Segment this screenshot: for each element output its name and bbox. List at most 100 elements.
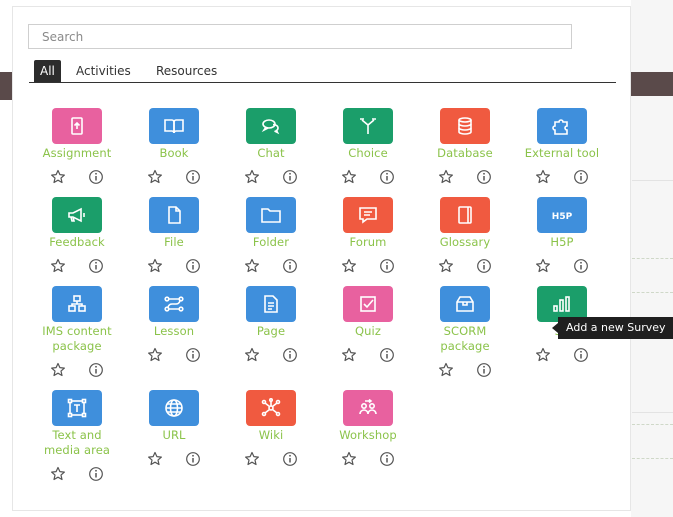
module-name[interactable]: Chat [223,146,319,161]
scorm-icon[interactable] [440,286,490,322]
module-text-and-media-area[interactable]: Text and media area [29,390,125,484]
module-chat[interactable]: Chat [223,108,319,187]
puzzle-icon[interactable] [537,108,587,144]
page-icon[interactable] [246,286,296,322]
info-icon[interactable] [476,362,492,378]
module-workshop[interactable]: Workshop [320,390,416,469]
star-icon[interactable] [50,466,66,482]
info-icon[interactable] [476,258,492,274]
megaphone-icon[interactable] [52,197,102,233]
assignment-icon[interactable] [52,108,102,144]
info-icon[interactable] [573,169,589,185]
module-feedback[interactable]: Feedback [29,197,125,276]
star-icon[interactable] [535,258,551,274]
glossary-icon[interactable] [440,197,490,233]
module-glossary[interactable]: Glossary [417,197,513,276]
module-name[interactable]: Lesson [126,324,222,339]
module-name[interactable]: Page [223,324,319,339]
module-assignment[interactable]: Assignment [29,108,125,187]
info-icon[interactable] [379,169,395,185]
module-name[interactable]: File [126,235,222,250]
star-icon[interactable] [244,258,260,274]
star-icon[interactable] [147,451,163,467]
info-icon[interactable] [185,169,201,185]
module-scorm-package[interactable]: SCORM package [417,286,513,380]
module-forum[interactable]: Forum [320,197,416,276]
info-icon[interactable] [379,347,395,363]
star-icon[interactable] [50,362,66,378]
module-name[interactable]: Text and media area [29,428,125,458]
module-choice[interactable]: Choice [320,108,416,187]
module-name[interactable]: Quiz [320,324,416,339]
star-icon[interactable] [147,347,163,363]
star-icon[interactable] [50,169,66,185]
star-icon[interactable] [147,169,163,185]
star-icon[interactable] [244,347,260,363]
module-name[interactable]: Forum [320,235,416,250]
star-icon[interactable] [438,169,454,185]
workshop-icon[interactable] [343,390,393,426]
tab-all[interactable]: All [34,60,61,82]
info-icon[interactable] [379,451,395,467]
module-name[interactable]: Glossary [417,235,513,250]
module-quiz[interactable]: Quiz [320,286,416,365]
info-icon[interactable] [88,466,104,482]
star-icon[interactable] [50,258,66,274]
chat-icon[interactable] [246,108,296,144]
info-icon[interactable] [185,258,201,274]
h5p-icon[interactable]: H5P [537,197,587,233]
star-icon[interactable] [341,258,357,274]
module-page[interactable]: Page [223,286,319,365]
forum-icon[interactable] [343,197,393,233]
folder-icon[interactable] [246,197,296,233]
wiki-icon[interactable] [246,390,296,426]
lesson-icon[interactable] [149,286,199,322]
info-icon[interactable] [185,451,201,467]
star-icon[interactable] [244,169,260,185]
module-book[interactable]: Book [126,108,222,187]
module-name[interactable]: IMS content package [29,324,125,354]
info-icon[interactable] [573,258,589,274]
star-icon[interactable] [438,258,454,274]
star-icon[interactable] [341,451,357,467]
star-icon[interactable] [244,451,260,467]
info-icon[interactable] [282,347,298,363]
choice-icon[interactable] [343,108,393,144]
info-icon[interactable] [476,169,492,185]
star-icon[interactable] [438,362,454,378]
module-name[interactable]: Database [417,146,513,161]
module-name[interactable]: SCORM package [417,324,513,354]
info-icon[interactable] [185,347,201,363]
module-folder[interactable]: Folder [223,197,319,276]
info-icon[interactable] [282,451,298,467]
quiz-icon[interactable] [343,286,393,322]
module-name[interactable]: H5P [514,235,610,250]
module-name[interactable]: Book [126,146,222,161]
module-url[interactable]: URL [126,390,222,469]
star-icon[interactable] [341,347,357,363]
module-ims-content-package[interactable]: IMS content package [29,286,125,380]
database-icon[interactable] [440,108,490,144]
file-icon[interactable] [149,197,199,233]
info-icon[interactable] [88,258,104,274]
module-name[interactable]: External tool [514,146,610,161]
info-icon[interactable] [88,169,104,185]
ims-package-icon[interactable] [52,286,102,322]
star-icon[interactable] [535,169,551,185]
info-icon[interactable] [573,347,589,363]
module-name[interactable]: URL [126,428,222,443]
url-icon[interactable] [149,390,199,426]
module-database[interactable]: Database [417,108,513,187]
module-file[interactable]: File [126,197,222,276]
module-name[interactable]: Wiki [223,428,319,443]
module-name[interactable]: Choice [320,146,416,161]
info-icon[interactable] [88,362,104,378]
book-icon[interactable] [149,108,199,144]
module-name[interactable]: Folder [223,235,319,250]
info-icon[interactable] [282,258,298,274]
module-external-tool[interactable]: External tool [514,108,610,187]
star-icon[interactable] [341,169,357,185]
module-wiki[interactable]: Wiki [223,390,319,469]
tab-resources[interactable]: Resources [150,60,223,82]
star-icon[interactable] [535,347,551,363]
